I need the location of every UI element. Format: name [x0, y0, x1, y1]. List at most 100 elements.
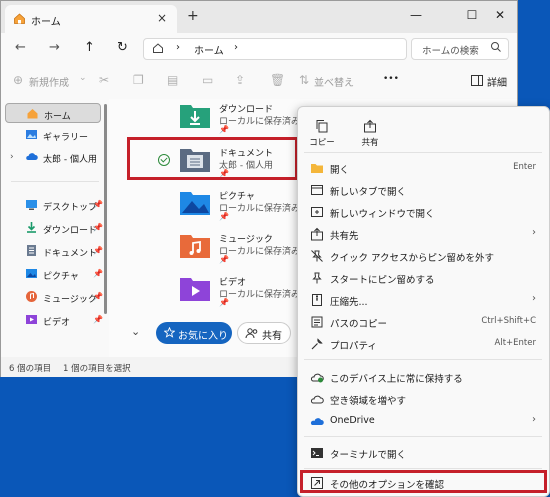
- breadcrumb-separator: ›: [176, 42, 180, 53]
- menu-divider: [304, 468, 542, 469]
- terminal-icon: [311, 448, 323, 458]
- tab-bar: ホーム × + — ☐ ✕: [1, 1, 517, 33]
- menu-item-shortcut: Alt+Enter: [494, 338, 536, 348]
- breadcrumb-separator-2[interactable]: ›: [234, 42, 238, 53]
- command-bar: ⊕ 新規作成 ⌄ ✂ ❐ ▤ ▭ ⇪ 🗑 ⇅ 並べ替え ••• 詳細: [1, 63, 517, 100]
- back-button[interactable]: ←: [15, 40, 26, 55]
- paste-icon[interactable]: ▤: [167, 73, 178, 87]
- sidebar-scrollbar[interactable]: [104, 104, 107, 314]
- gallery-icon: [26, 130, 37, 139]
- quick-share-button[interactable]: 共有: [350, 115, 390, 148]
- menu-item-compress-to[interactable]: 圧縮先... ›: [304, 289, 544, 311]
- menu-item-label: このデバイス上に常に保持する: [330, 374, 463, 385]
- zip-icon: [312, 294, 322, 306]
- pictures-folder-icon: [180, 192, 210, 215]
- pin-icon: 📌: [219, 255, 229, 264]
- minimize-button[interactable]: —: [397, 1, 435, 33]
- chevron-down-icon: ⌄: [79, 73, 87, 83]
- menu-item-label: 新しいウィンドウで開く: [330, 209, 435, 220]
- item-count: 6 個の項目: [9, 364, 52, 374]
- menu-item-share-with[interactable]: 共有先 ›: [304, 223, 544, 245]
- menu-item-unpin-quick-access[interactable]: クイック アクセスからピン留めを外す: [304, 245, 544, 267]
- close-window-button[interactable]: ✕: [481, 1, 519, 33]
- new-tab-button[interactable]: +: [187, 8, 199, 24]
- menu-item-copy-path[interactable]: パスのコピー Ctrl+Shift+C: [304, 311, 544, 333]
- document-icon: [27, 245, 36, 256]
- copy-icon: [316, 120, 328, 133]
- sort-button[interactable]: 並べ替え: [314, 74, 354, 89]
- menu-item-label: 開く: [330, 165, 350, 176]
- tab-home[interactable]: ホーム ×: [5, 5, 177, 33]
- cloud-check-icon: [311, 373, 324, 383]
- video-icon: [26, 315, 37, 324]
- star-icon: [164, 327, 175, 338]
- home-icon: [14, 13, 25, 24]
- menu-item-label: 圧縮先...: [330, 297, 368, 308]
- share-icon: [364, 119, 376, 133]
- menu-item-open[interactable]: 開く Enter: [304, 157, 544, 179]
- sort-icon: ⇅: [299, 73, 310, 87]
- refresh-button[interactable]: ↻: [117, 40, 128, 55]
- sidebar-item-desktop[interactable]: デスクトップ 📌: [5, 195, 103, 215]
- sidebar-item-onedrive[interactable]: 太郎 - 個人用: [5, 147, 101, 167]
- menu-item-label: 共有先: [330, 231, 359, 242]
- folder-status: ローカルに保存済み: [219, 290, 301, 300]
- menu-item-open-in-terminal[interactable]: ターミナルで開く: [304, 442, 544, 464]
- menu-item-open-new-window[interactable]: 新しいウィンドウで開く: [304, 201, 544, 223]
- collapse-chevron-icon[interactable]: ⌄: [131, 325, 140, 338]
- sidebar-item-pictures[interactable]: ピクチャ 📌: [5, 264, 103, 284]
- details-button[interactable]: 詳細: [487, 74, 507, 89]
- videos-folder-icon: [180, 278, 210, 301]
- onedrive-icon: [310, 418, 324, 425]
- close-tab-button[interactable]: ×: [157, 11, 167, 25]
- sidebar-item-documents[interactable]: ドキュメント 📌: [5, 241, 103, 261]
- menu-item-label: クイック アクセスからピン留めを外す: [330, 253, 495, 264]
- new-tab-icon: [311, 185, 323, 195]
- forward-button[interactable]: →: [49, 40, 60, 55]
- shared-section-button[interactable]: 共有: [237, 322, 291, 344]
- sidebar-item-label: ドキュメント: [43, 249, 98, 259]
- sidebar-item-home[interactable]: ホーム: [5, 103, 101, 123]
- menu-item-onedrive[interactable]: OneDrive ›: [304, 410, 544, 432]
- share-icon[interactable]: ⇪: [235, 73, 245, 87]
- sidebar-item-label: ピクチャ: [43, 272, 79, 282]
- sidebar-item-music[interactable]: ミュージック 📌: [5, 287, 103, 307]
- wrench-icon: [311, 338, 323, 350]
- tab-label: ホーム: [31, 17, 61, 28]
- sidebar-item-label: ギャラリー: [43, 133, 89, 143]
- menu-item-label: パスのコピー: [330, 319, 388, 330]
- pin-icon: 📌: [219, 212, 229, 221]
- search-icon: [491, 42, 501, 52]
- music-folder-icon: [180, 235, 210, 258]
- sidebar-item-videos[interactable]: ビデオ 📌: [5, 310, 103, 330]
- sidebar-item-label: ビデオ: [43, 318, 71, 328]
- menu-item-open-new-tab[interactable]: 新しいタブで開く: [304, 179, 544, 201]
- menu-item-pin-to-start[interactable]: スタートにピン留めする: [304, 267, 544, 289]
- search-input[interactable]: ホームの検索: [411, 38, 509, 60]
- rename-icon[interactable]: ▭: [202, 73, 213, 87]
- quick-share-label: 共有: [361, 138, 379, 148]
- sidebar-item-downloads[interactable]: ダウンロード 📌: [5, 218, 103, 238]
- pin-icon: [312, 272, 322, 284]
- shared-label: 共有: [262, 331, 282, 342]
- open-folder-icon: [311, 164, 323, 173]
- address-bar[interactable]: › ホーム ›: [143, 38, 407, 60]
- menu-item-properties[interactable]: プロパティ Alt+Enter: [304, 333, 544, 355]
- menu-divider: [304, 152, 542, 153]
- more-button[interactable]: •••: [383, 74, 399, 84]
- sidebar-item-gallery[interactable]: ギャラリー: [5, 125, 101, 145]
- cut-icon[interactable]: ✂: [99, 73, 109, 87]
- new-button[interactable]: 新規作成: [29, 74, 69, 89]
- breadcrumb-home[interactable]: ホーム: [194, 42, 224, 57]
- up-button[interactable]: ↑: [84, 40, 95, 55]
- favorites-section-button[interactable]: お気に入り: [156, 322, 232, 344]
- pin-icon: 📌: [93, 200, 103, 209]
- delete-icon[interactable]: 🗑: [270, 73, 285, 87]
- sidebar-item-label: ダウンロード: [43, 226, 98, 236]
- menu-item-free-up-space[interactable]: 空き領域を増やす: [304, 388, 544, 410]
- menu-divider: [304, 359, 542, 360]
- copy-icon[interactable]: ❐: [133, 73, 144, 87]
- menu-item-always-keep[interactable]: このデバイス上に常に保持する: [304, 366, 544, 388]
- quick-copy-button[interactable]: コピー: [302, 115, 342, 148]
- cloud-icon: [26, 153, 38, 160]
